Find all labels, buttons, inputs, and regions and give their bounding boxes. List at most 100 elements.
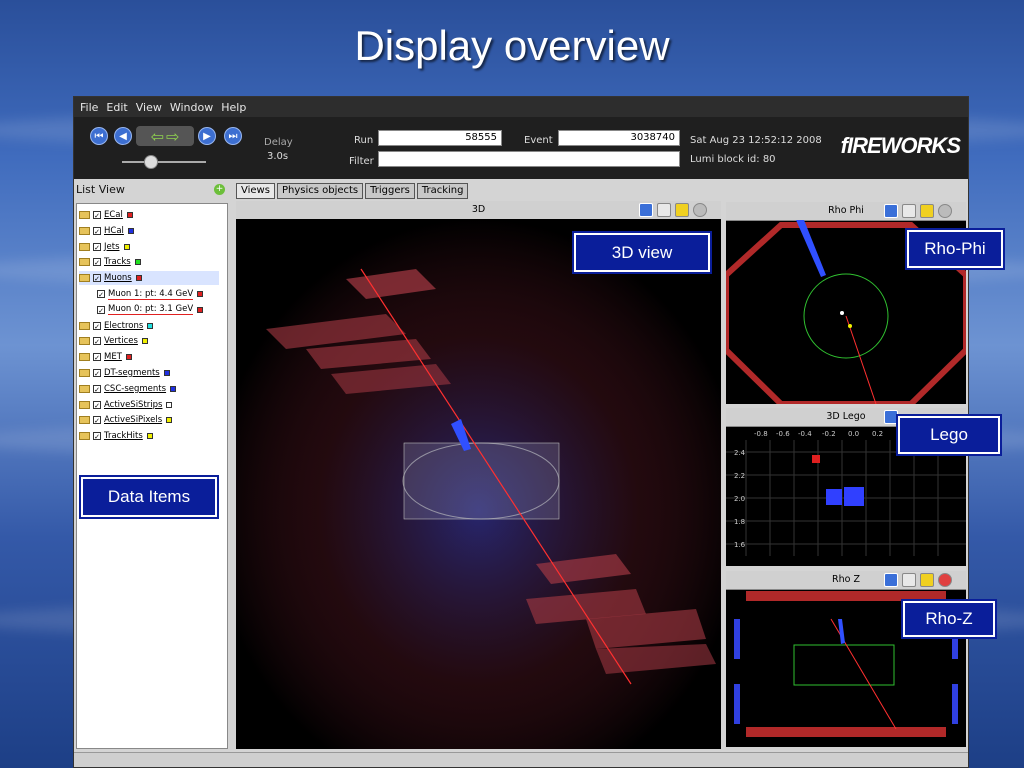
- color-swatch[interactable]: [135, 275, 142, 282]
- list-item[interactable]: ✓ Muon 0: pt: 3.1 GeV: [97, 303, 204, 317]
- list-item-label: ECal: [104, 210, 123, 220]
- menu-edit[interactable]: Edit: [106, 101, 127, 114]
- list-item[interactable]: ✓ MET: [79, 350, 132, 364]
- list-item[interactable]: ✓ Tracks: [79, 255, 141, 269]
- color-swatch[interactable]: [170, 385, 177, 392]
- color-swatch[interactable]: [141, 338, 148, 345]
- add-collection-button[interactable]: +: [214, 184, 225, 195]
- lego-x-tick: 0.2: [872, 430, 883, 438]
- color-swatch[interactable]: [147, 322, 154, 329]
- first-event-button[interactable]: ⏮: [90, 127, 108, 145]
- list-item[interactable]: ✓ TrackHits: [79, 429, 153, 443]
- visibility-checkbox[interactable]: ✓: [93, 226, 101, 236]
- callout-lego: Lego: [898, 416, 1000, 454]
- color-swatch[interactable]: [197, 291, 204, 297]
- play-forward-icon: ⇨: [166, 126, 180, 146]
- list-item[interactable]: ✓ CSC-segments: [79, 382, 177, 396]
- screenshot-icon[interactable]: [902, 204, 916, 218]
- fireworks-logo: fIREWORKS: [840, 133, 961, 158]
- list-item[interactable]: ✓ Electrons: [79, 319, 154, 333]
- close-view-icon[interactable]: [938, 573, 952, 587]
- list-item[interactable]: ✓ DT-segments: [79, 366, 170, 380]
- menu-file[interactable]: File: [80, 101, 98, 114]
- view-3d-panel[interactable]: 3D: [236, 201, 721, 749]
- color-swatch[interactable]: [163, 370, 170, 376]
- visibility-checkbox[interactable]: ✓: [97, 290, 105, 299]
- tab-physics-objects[interactable]: Physics objects: [276, 183, 364, 199]
- visibility-checkbox[interactable]: ✓: [97, 305, 105, 315]
- screenshot-icon[interactable]: [657, 203, 671, 217]
- menu-help[interactable]: Help: [221, 101, 246, 114]
- list-item[interactable]: ✓ ECal: [79, 208, 133, 222]
- lego-x-tick: -0.6: [776, 430, 790, 438]
- list-item-label: CSC-segments: [104, 383, 167, 394]
- filter-label: Filter: [349, 156, 374, 167]
- color-swatch[interactable]: [166, 401, 173, 408]
- delay-slider-handle[interactable]: [144, 155, 158, 169]
- visibility-checkbox[interactable]: ✓: [93, 321, 101, 331]
- visibility-checkbox[interactable]: ✓: [93, 353, 101, 362]
- visibility-checkbox[interactable]: ✓: [93, 432, 101, 441]
- menu-view[interactable]: View: [136, 101, 162, 114]
- info-icon[interactable]: [884, 204, 898, 218]
- color-swatch[interactable]: [127, 227, 134, 234]
- run-label: Run: [354, 135, 374, 146]
- visibility-checkbox[interactable]: ✓: [93, 337, 101, 346]
- screenshot-icon[interactable]: [902, 573, 916, 587]
- list-item[interactable]: ✓ HCal: [79, 224, 134, 238]
- close-view-icon[interactable]: [938, 204, 952, 218]
- visibility-checkbox[interactable]: ✓: [93, 416, 101, 425]
- list-item[interactable]: ✓ Vertices: [79, 334, 148, 348]
- last-event-button[interactable]: ⏭: [224, 127, 242, 145]
- color-swatch[interactable]: [123, 243, 130, 250]
- visibility-checkbox[interactable]: ✓: [93, 384, 101, 394]
- expand-icon[interactable]: [675, 203, 689, 217]
- list-item[interactable]: ✓ ActiveSiStrips: [79, 398, 173, 412]
- info-icon[interactable]: [884, 573, 898, 587]
- run-field[interactable]: 58555: [378, 130, 502, 146]
- next-event-button[interactable]: ▶: [198, 127, 216, 145]
- list-item[interactable]: ✓ ActiveSiPixels: [79, 413, 173, 427]
- close-view-icon[interactable]: [693, 203, 707, 217]
- folder-icon: [79, 211, 90, 219]
- color-swatch[interactable]: [134, 259, 141, 266]
- list-item[interactable]: ✓ Muon 1: pt: 4.4 GeV: [97, 287, 204, 301]
- status-bar: [74, 752, 968, 767]
- lego-y-tick: 1.8: [734, 518, 745, 526]
- lego-y-tick: 2.2: [734, 472, 745, 480]
- menu-window[interactable]: Window: [170, 101, 213, 114]
- color-swatch[interactable]: [126, 212, 133, 218]
- previous-event-button[interactable]: ◀: [114, 127, 132, 145]
- visibility-checkbox[interactable]: ✓: [93, 400, 101, 410]
- folder-icon: [79, 258, 90, 267]
- info-icon[interactable]: [884, 410, 898, 424]
- visibility-checkbox[interactable]: ✓: [93, 274, 101, 283]
- tab-triggers[interactable]: Triggers: [365, 183, 415, 199]
- info-icon[interactable]: [639, 203, 653, 217]
- visibility-checkbox[interactable]: ✓: [93, 242, 101, 252]
- lego-y-tick: 1.6: [734, 541, 746, 549]
- slide-title: Display overview: [354, 22, 670, 69]
- color-swatch[interactable]: [166, 417, 173, 424]
- visibility-checkbox[interactable]: ✓: [93, 369, 101, 378]
- rho-z-view[interactable]: Rho Z: [726, 571, 966, 747]
- delay-slider-track[interactable]: [122, 161, 206, 163]
- tab-tracking[interactable]: Tracking: [416, 183, 469, 199]
- color-swatch[interactable]: [146, 433, 153, 440]
- visibility-checkbox[interactable]: ✓: [93, 258, 101, 267]
- list-item-label: Muon 0: pt: 3.1 GeV: [108, 304, 194, 316]
- list-item[interactable]: ✓ Jets: [79, 240, 130, 254]
- expand-icon[interactable]: [920, 573, 934, 587]
- filter-field[interactable]: [378, 151, 680, 167]
- list-item-label: Electrons: [104, 320, 144, 331]
- visibility-checkbox[interactable]: ✓: [93, 211, 101, 220]
- expand-icon[interactable]: [920, 204, 934, 218]
- play-direction-toggle[interactable]: ⇦ ⇨: [136, 126, 194, 146]
- color-swatch[interactable]: [125, 354, 132, 361]
- tab-views[interactable]: Views: [236, 183, 275, 199]
- callout-data-items: Data Items: [81, 477, 217, 517]
- list-item[interactable]: ✓ Muons: [79, 271, 219, 286]
- color-swatch[interactable]: [197, 306, 204, 313]
- event-field[interactable]: 3038740: [558, 130, 680, 146]
- list-item-label: Muons: [104, 273, 132, 284]
